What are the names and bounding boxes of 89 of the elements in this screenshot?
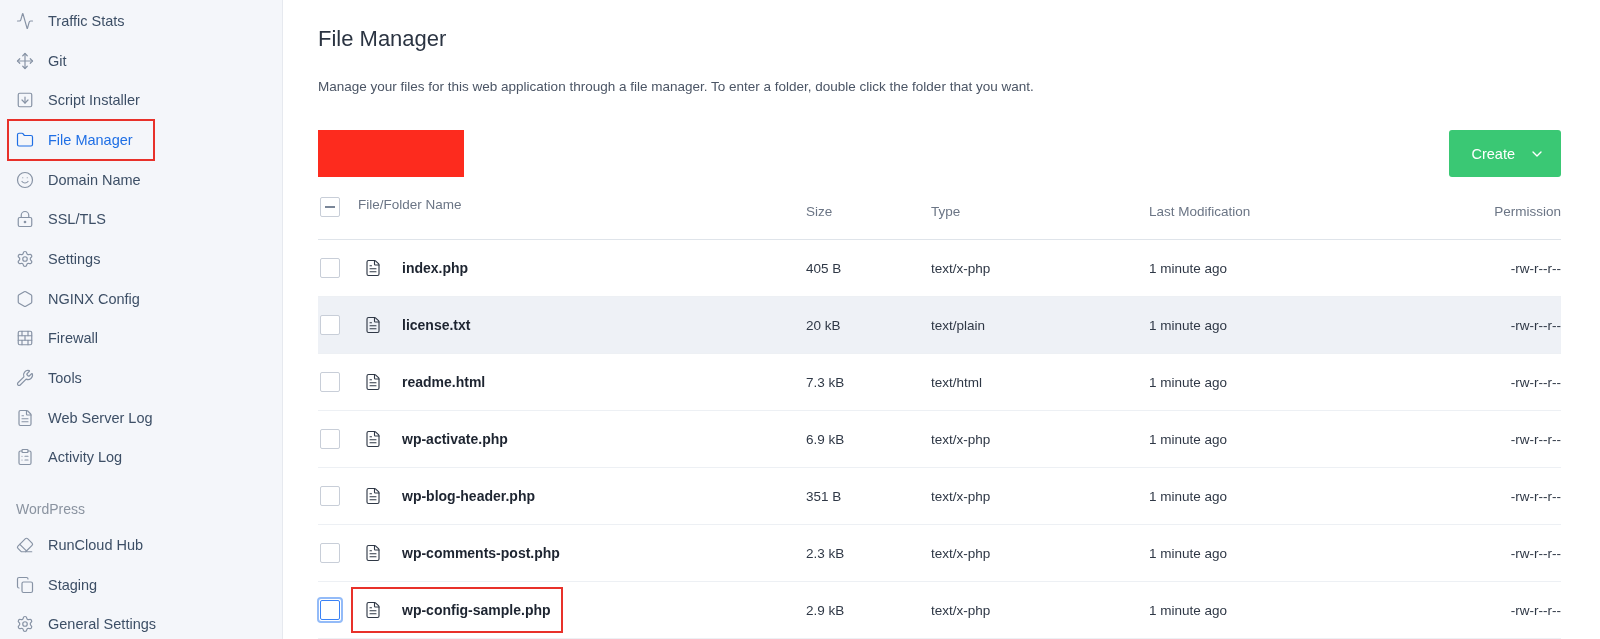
sidebar-item[interactable]: Web Server Log — [8, 397, 274, 438]
settings-icon — [16, 615, 34, 634]
activity-icon — [16, 11, 34, 30]
sidebar-item[interactable]: Firewall — [8, 318, 274, 359]
sidebar-heading: WordPress — [15, 500, 86, 518]
move-arrows-icon — [16, 51, 34, 70]
file-name[interactable]: wp-activate.php — [402, 431, 508, 447]
sidebar-item[interactable]: Domain Name — [8, 159, 274, 200]
folder-icon — [16, 130, 34, 149]
table-cell-text: -rw-r--r-- — [1509, 545, 1561, 561]
download-box-icon — [16, 91, 34, 110]
table-cell-text: -rw-r--r-- — [1509, 602, 1561, 618]
table-cell-text: -rw-r--r-- — [1509, 317, 1561, 333]
sidebar-item[interactable]: Activity Log — [8, 437, 274, 478]
row-checkbox[interactable] — [320, 315, 340, 335]
row-checkbox[interactable] — [320, 486, 340, 506]
sidebar-item[interactable]: RunCloud Hub — [8, 525, 274, 565]
table-cell-text: 1 minute ago — [1149, 602, 1229, 618]
table-cell-text: -rw-r--r-- — [1509, 431, 1561, 447]
wrench-icon — [16, 369, 34, 388]
table-cell-text: -rw-r--r-- — [1509, 374, 1561, 390]
table-row[interactable]: license.txt 20 kB text/plain 1 minute ago -rw-r--r-- — [318, 297, 1561, 354]
row-checkbox[interactable] — [320, 543, 340, 563]
table-cell-text: 7.3 kB — [806, 374, 846, 390]
sidebar-item[interactable]: Settings — [8, 239, 274, 279]
document-icon — [364, 430, 382, 448]
minus-icon — [325, 206, 335, 208]
hexagon-icon — [16, 289, 34, 308]
document-icon — [364, 316, 382, 334]
file-name[interactable]: readme.html — [402, 374, 486, 390]
table-cell-text: 1 minute ago — [1149, 431, 1229, 447]
table-cell-text: text/x-php — [931, 602, 992, 618]
file-name[interactable]: wp-config-sample.php — [402, 602, 551, 618]
document-icon — [16, 408, 34, 427]
list-icon — [16, 448, 34, 467]
sidebar-item[interactable]: Git — [8, 40, 274, 81]
document-icon — [364, 487, 382, 505]
column-header: File/Folder Name — [358, 196, 463, 212]
sidebar-item[interactable]: File Manager — [8, 120, 154, 160]
sidebar-item[interactable]: SSL/TLS — [8, 199, 274, 240]
file-name[interactable]: index.php — [402, 260, 469, 276]
sidebar-item[interactable]: Staging — [8, 564, 274, 605]
file-name[interactable]: license.txt — [402, 317, 471, 333]
settings-icon — [16, 249, 34, 268]
document-icon — [364, 544, 382, 562]
table-cell-text: text/x-php — [931, 545, 992, 561]
table-cell-text: 2.3 kB — [806, 545, 846, 561]
table-cell-text: 1 minute ago — [1149, 488, 1229, 504]
table-cell-text: 1 minute ago — [1149, 545, 1229, 561]
column-header: Permission — [1493, 203, 1561, 219]
table-cell-text: 6.9 kB — [806, 431, 846, 447]
copy-icon — [16, 575, 34, 594]
file-name[interactable]: wp-comments-post.php — [402, 545, 560, 561]
table-cell-text: text/x-php — [931, 431, 992, 447]
table-cell-text: -rw-r--r-- — [1509, 488, 1561, 504]
table-cell-text: text/plain — [931, 317, 987, 333]
column-header: Last Modification — [1149, 203, 1252, 219]
table-cell-text: -rw-r--r-- — [1509, 260, 1561, 276]
sidebar-item[interactable]: General Settings — [8, 604, 274, 639]
table-cell-text: 1 minute ago — [1149, 260, 1229, 276]
select-all-checkbox[interactable] — [320, 197, 340, 217]
file-name[interactable]: wp-blog-header.php — [402, 488, 535, 504]
table-cell-text: 1 minute ago — [1149, 317, 1229, 333]
sidebar-item[interactable]: Tools — [8, 358, 274, 398]
column-header: Size — [806, 203, 834, 219]
table-cell-text: 405 B — [806, 260, 843, 276]
sidebar-item[interactable]: Script Installer — [8, 80, 274, 121]
page-title: File Manager — [318, 26, 448, 52]
brick-wall-icon — [16, 329, 34, 348]
document-icon — [364, 601, 382, 619]
table-cell-text: 2.9 kB — [806, 602, 846, 618]
table-cell-text: 20 kB — [806, 317, 842, 333]
column-header: Type — [931, 203, 962, 219]
table-cell-text: text/x-php — [931, 260, 992, 276]
table-cell-text: text/html — [931, 374, 983, 390]
row-checkbox[interactable] — [320, 429, 340, 449]
lock-icon — [16, 210, 34, 229]
row-checkbox[interactable] — [320, 258, 340, 278]
document-icon — [364, 259, 382, 277]
table-cell-text: 1 minute ago — [1149, 374, 1229, 390]
row-checkbox[interactable] — [320, 372, 340, 392]
document-icon — [364, 373, 382, 391]
sidebar-item[interactable]: NGINX Config — [8, 278, 274, 319]
table-cell-text: 351 B — [806, 488, 843, 504]
table-cell-text: text/x-php — [931, 488, 992, 504]
sidebar-item[interactable]: Traffic Stats — [8, 1, 274, 41]
smiley-icon — [16, 170, 34, 189]
eraser-icon — [16, 536, 34, 555]
page-description: Manage your files for this web application through a file manager. To enter a folder, double click the folder that you want. — [318, 79, 1035, 94]
